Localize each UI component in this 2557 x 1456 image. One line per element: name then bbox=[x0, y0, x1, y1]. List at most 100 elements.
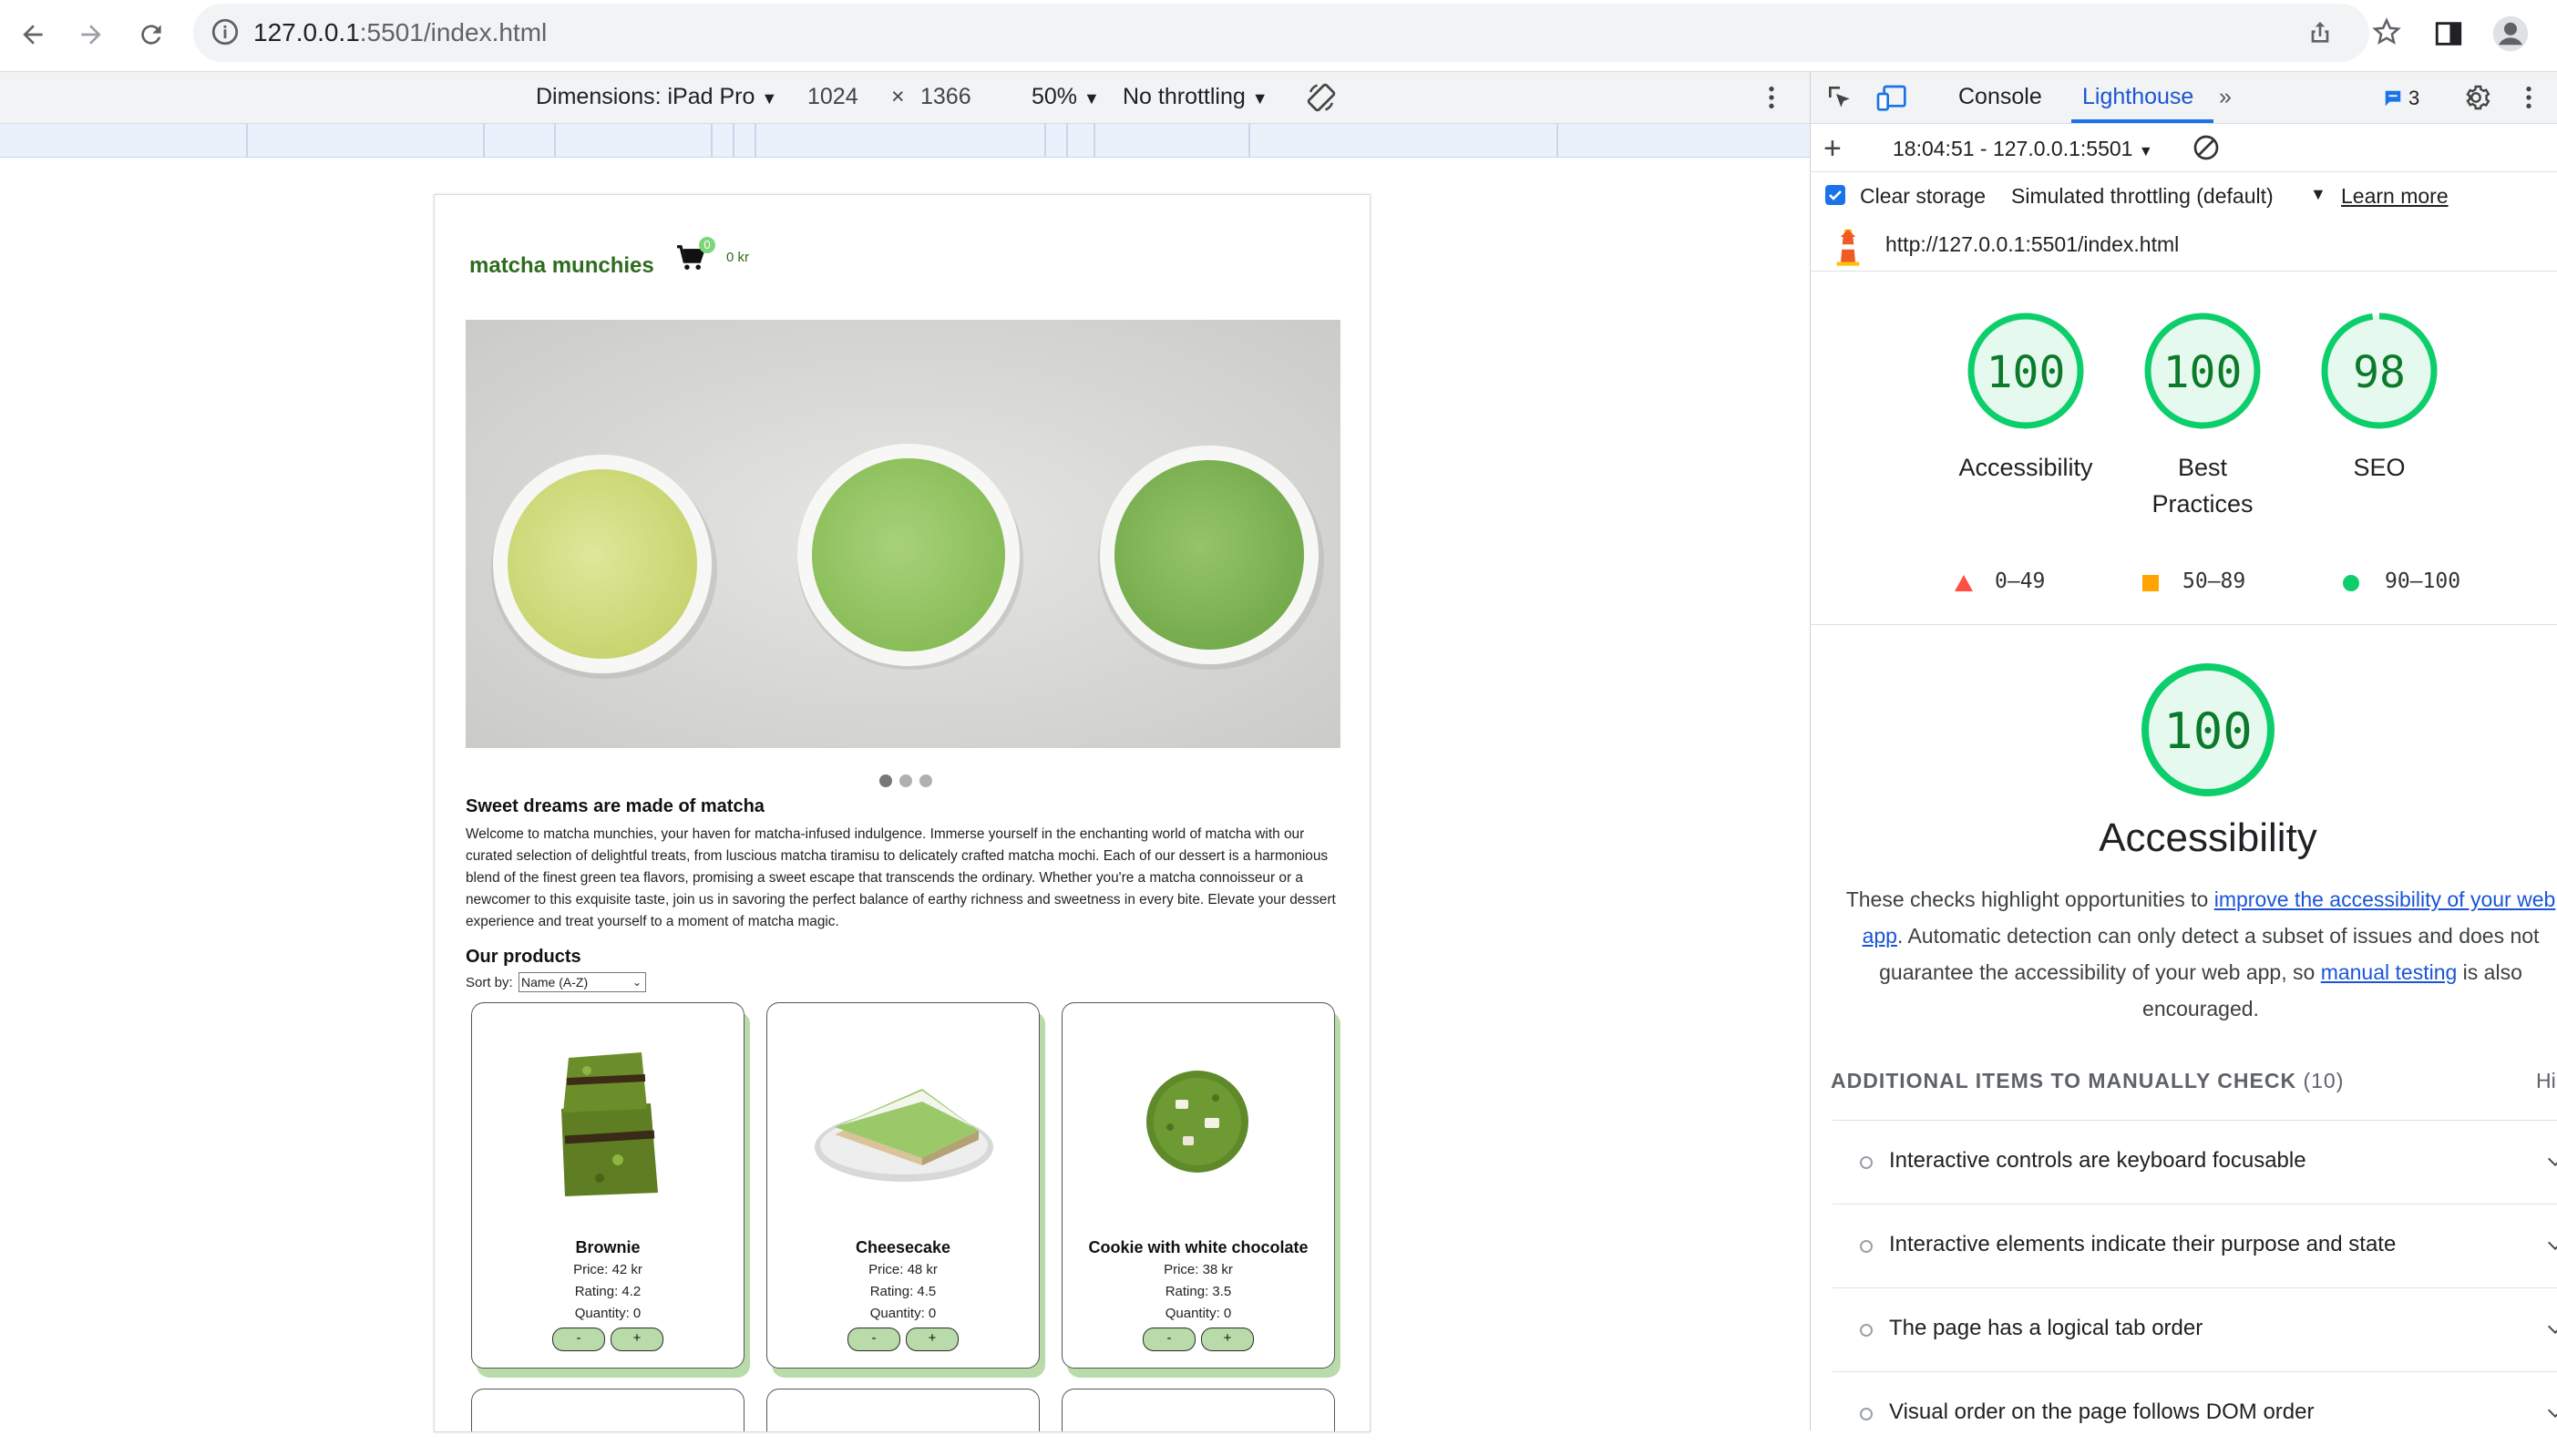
score-label: Best Practices bbox=[2151, 454, 2254, 518]
chevron-down-icon: ▼ bbox=[2138, 144, 2153, 159]
carousel-dot[interactable] bbox=[879, 774, 892, 787]
lighthouse-report-bar: + 18:04:51 - 127.0.0.1:5501 ▼ bbox=[1811, 124, 2557, 172]
device-toggle-icon[interactable] bbox=[1876, 83, 1909, 117]
increase-quantity-button[interactable]: + bbox=[1201, 1328, 1254, 1351]
site-info-icon[interactable] bbox=[210, 16, 241, 52]
active-tab-indicator bbox=[2071, 119, 2213, 123]
legend-fail-range: 0–49 bbox=[1995, 569, 2046, 593]
media-query-ruler[interactable] bbox=[0, 124, 1810, 158]
product-card: Brownie Price: 42 kr Rating: 4.2 Quantit… bbox=[471, 1002, 745, 1369]
clear-report-icon[interactable] bbox=[2192, 133, 2221, 167]
chevron-down-icon bbox=[2545, 1319, 2557, 1344]
more-tabs-icon[interactable]: » bbox=[2219, 84, 2232, 110]
decrease-quantity-button[interactable]: - bbox=[552, 1328, 605, 1351]
devtools-menu-icon[interactable] bbox=[2521, 83, 2536, 117]
tab-console[interactable]: Console bbox=[1958, 84, 2042, 110]
divider bbox=[1811, 624, 2557, 625]
rotate-icon[interactable] bbox=[1305, 81, 1338, 118]
detail-title: Accessibility bbox=[2099, 815, 2317, 860]
chevron-down-icon: ▼ bbox=[761, 89, 778, 108]
audit-item-label: Interactive controls are keyboard focusa… bbox=[1889, 1148, 2306, 1173]
product-rating: Rating: 3.5 bbox=[1165, 1284, 1232, 1299]
product-image-brownie bbox=[552, 1045, 665, 1205]
settings-gear-icon[interactable] bbox=[2461, 83, 2490, 117]
score-label: SEO bbox=[2353, 454, 2406, 481]
audit-item[interactable]: Interactive elements indicate their purp… bbox=[1833, 1204, 2557, 1288]
detail-score-value: 100 bbox=[2163, 702, 2253, 760]
site-brand[interactable]: matcha munchies bbox=[469, 253, 654, 279]
audit-item[interactable]: Visual order on the page follows DOM ord… bbox=[1833, 1371, 2557, 1456]
zoom-dropdown[interactable]: 50% ▼ bbox=[1032, 84, 1100, 110]
manual-check-header[interactable]: ADDITIONAL ITEMS TO MANUALLY CHECK (10) bbox=[1831, 1069, 2344, 1093]
device-toolbar: Dimensions: iPad Pro ▼ 1024 × 1366 50% ▼… bbox=[0, 72, 1810, 124]
clear-storage-label[interactable]: Clear storage bbox=[1860, 184, 1986, 209]
chevron-down-icon bbox=[2545, 1236, 2557, 1260]
product-quantity: Quantity: 0 bbox=[574, 1306, 642, 1321]
clear-storage-checkbox[interactable] bbox=[1825, 185, 1845, 205]
decrease-quantity-button[interactable]: - bbox=[1143, 1328, 1196, 1351]
product-rating: Rating: 4.5 bbox=[869, 1284, 937, 1299]
width-input[interactable]: 1024 bbox=[807, 84, 858, 110]
audit-item[interactable]: The page has a logical tab order bbox=[1833, 1287, 2557, 1372]
product-price: Price: 48 kr bbox=[868, 1262, 938, 1277]
score-value: 98 bbox=[2353, 347, 2406, 398]
carousel-dot[interactable] bbox=[899, 774, 912, 787]
throttling-mode: Simulated throttling (default) bbox=[2011, 184, 2274, 208]
audit-item[interactable]: Interactive controls are keyboard focusa… bbox=[1833, 1120, 2557, 1205]
product-price: Price: 42 kr bbox=[573, 1262, 642, 1277]
side-panel-icon[interactable] bbox=[2433, 18, 2464, 54]
forward-icon[interactable] bbox=[69, 13, 113, 56]
issues-count[interactable]: 3 bbox=[2408, 87, 2419, 110]
manual-check-circle-icon bbox=[1860, 1240, 1873, 1253]
bookmark-star-icon[interactable] bbox=[2371, 16, 2402, 52]
address-bar[interactable]: 127.0.0.1:5501/index.html bbox=[193, 4, 2401, 62]
chevron-down-icon: ▼ bbox=[1083, 89, 1100, 108]
product-rating: Rating: 4.2 bbox=[574, 1284, 642, 1299]
audit-item-label: Visual order on the page follows DOM ord… bbox=[1889, 1400, 2315, 1424]
hide-toggle[interactable]: Hi bbox=[2536, 1069, 2556, 1093]
manual-testing-link[interactable]: manual testing bbox=[2321, 960, 2458, 984]
manual-check-circle-icon bbox=[1860, 1408, 1873, 1420]
times-sign: × bbox=[891, 84, 905, 109]
inspect-element-icon[interactable] bbox=[1825, 83, 1854, 117]
tab-lighthouse[interactable]: Lighthouse bbox=[2082, 84, 2193, 110]
sort-label: Sort by: bbox=[466, 975, 513, 990]
emulated-page: matcha munchies 0 0 kr Sweet dreams are … bbox=[434, 194, 1371, 1432]
more-options-icon[interactable] bbox=[1759, 83, 1784, 117]
dimensions-dropdown[interactable]: Dimensions: iPad Pro ▼ bbox=[536, 84, 777, 110]
products-title: Our products bbox=[466, 947, 581, 967]
increase-quantity-button[interactable]: + bbox=[906, 1328, 959, 1351]
carousel-dot[interactable] bbox=[919, 774, 932, 787]
product-card: Cheesecake Price: 48 kr Rating: 4.5 Quan… bbox=[766, 1002, 1040, 1369]
product-card: Cookie with white chocolate Price: 38 kr… bbox=[1062, 1002, 1335, 1369]
height-input[interactable]: 1366 bbox=[920, 84, 971, 110]
pass-circle-icon bbox=[2343, 575, 2359, 591]
issues-icon[interactable] bbox=[2383, 88, 2403, 113]
product-name: Brownie bbox=[575, 1238, 641, 1256]
product-quantity: Quantity: 0 bbox=[1165, 1306, 1232, 1321]
reload-icon[interactable] bbox=[129, 13, 173, 56]
decrease-quantity-button[interactable]: - bbox=[847, 1328, 900, 1351]
chevron-down-icon bbox=[2545, 1152, 2557, 1176]
fail-triangle-icon bbox=[1955, 575, 1973, 596]
chevron-down-icon[interactable]: ▼ bbox=[2310, 185, 2326, 204]
share-icon[interactable] bbox=[2305, 18, 2335, 52]
report-selector[interactable]: 18:04:51 - 127.0.0.1:5501 ▼ bbox=[1893, 137, 2153, 161]
product-card bbox=[766, 1389, 1040, 1431]
hero-text: Welcome to matcha munchies, your haven f… bbox=[466, 826, 1336, 929]
back-icon[interactable] bbox=[11, 13, 55, 56]
cart-count-badge: 0 bbox=[699, 237, 715, 253]
product-card bbox=[471, 1389, 745, 1431]
throttling-dropdown[interactable]: No throttling ▼ bbox=[1123, 84, 1268, 110]
new-report-icon[interactable]: + bbox=[1823, 131, 1842, 167]
increase-quantity-button[interactable]: + bbox=[611, 1328, 663, 1351]
lighthouse-logo-icon bbox=[1833, 227, 1864, 272]
product-image-cookie bbox=[1143, 1067, 1252, 1181]
learn-more-link[interactable]: Learn more bbox=[2341, 184, 2449, 209]
profile-avatar-icon[interactable] bbox=[2491, 15, 2530, 57]
cart-total: 0 kr bbox=[726, 250, 750, 265]
detail-description: These checks highlight opportunities to … bbox=[1845, 887, 2556, 1020]
sort-select[interactable]: Name (A-Z) ⌄ bbox=[519, 972, 646, 992]
audited-url-bar: http://127.0.0.1:5501/index.html bbox=[1811, 220, 2557, 272]
product-name: Cheesecake bbox=[855, 1238, 951, 1256]
